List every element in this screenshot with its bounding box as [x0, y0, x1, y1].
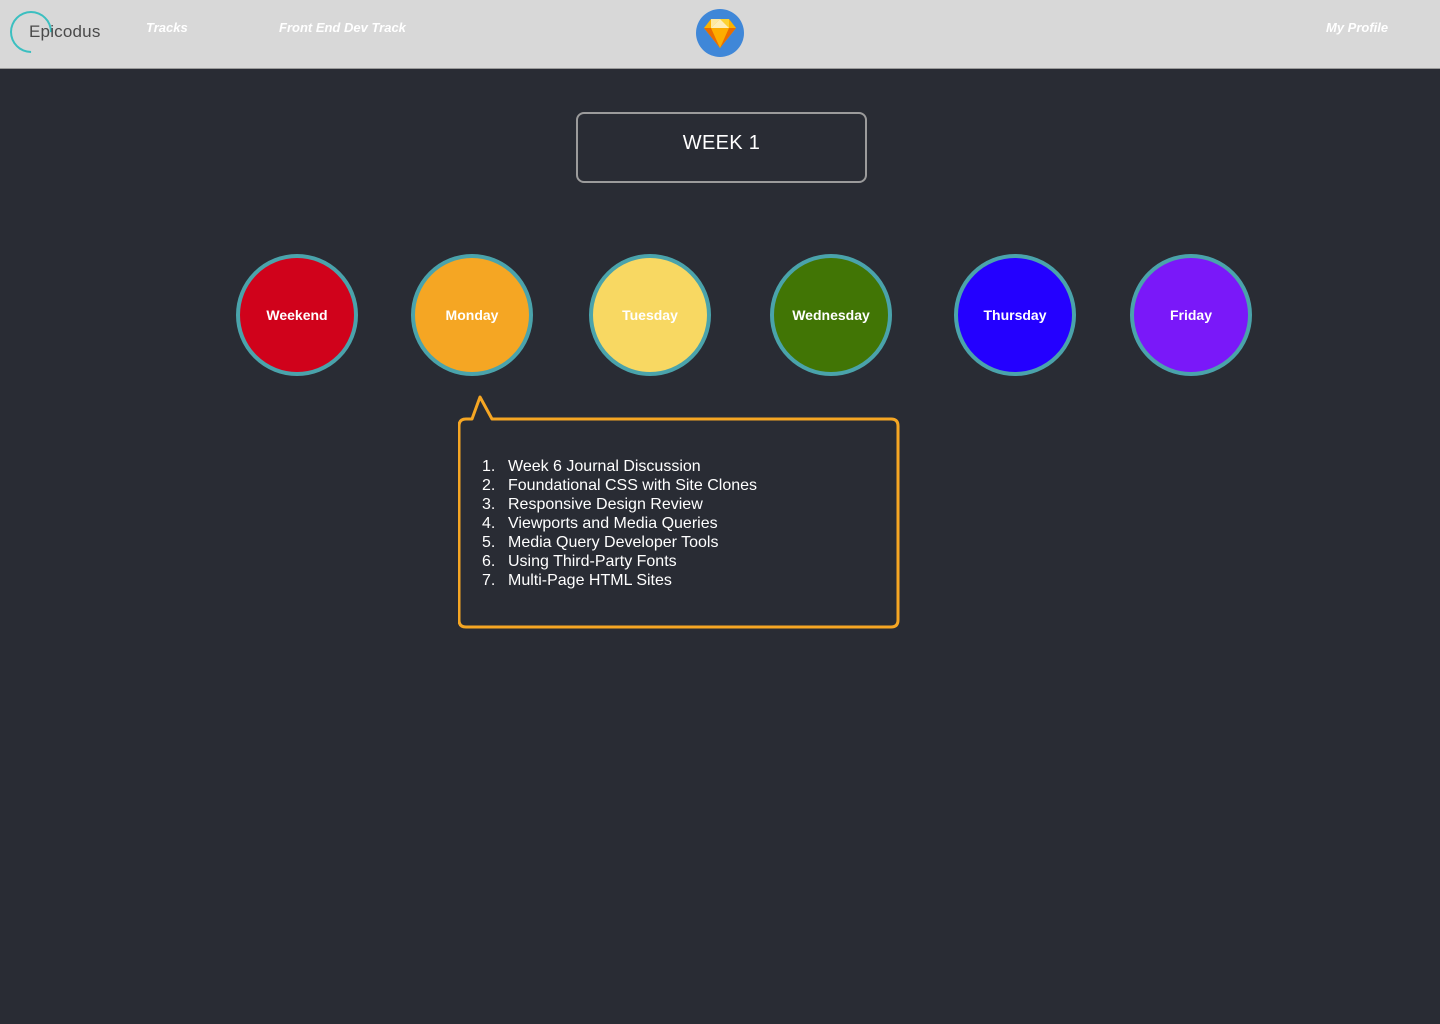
day-label: Friday — [1169, 307, 1212, 323]
lesson-number: 3. — [482, 496, 496, 513]
sketch-diamond-icon[interactable] — [696, 9, 744, 57]
lesson-list: 1. Week 6 Journal Discussion 2. Foundation… — [482, 457, 757, 590]
lesson-title: Media Query Developer Tools — [508, 534, 719, 551]
lesson-item[interactable]: 4. Viewports and Media Queries — [482, 514, 757, 533]
nav-tracks-link[interactable]: Tracks — [146, 20, 188, 35]
lesson-item[interactable]: 6. Using Third-Party Fonts — [482, 552, 757, 571]
top-nav-bar: Epicodus Tracks Front End Dev Track My P… — [0, 0, 1440, 69]
day-label: Monday — [445, 307, 499, 323]
lesson-number: 1. — [482, 458, 496, 475]
lesson-number: 6. — [482, 553, 496, 570]
lesson-item[interactable]: 7. Multi-Page HTML Sites — [482, 571, 757, 590]
day-monday-button[interactable]: Monday — [411, 254, 533, 376]
day-label: Weekend — [266, 307, 328, 323]
lesson-title: Viewports and Media Queries — [508, 515, 718, 532]
lesson-number: 7. — [482, 572, 496, 589]
epicodus-logo[interactable]: Epicodus — [1, 2, 110, 62]
day-label: Tuesday — [622, 307, 678, 323]
lesson-title: Using Third-Party Fonts — [508, 553, 677, 570]
lesson-title: Responsive Design Review — [508, 496, 703, 513]
day-tuesday-button[interactable]: Tuesday — [589, 254, 711, 376]
day-wednesday-button[interactable]: Wednesday — [770, 254, 892, 376]
lesson-title: Foundational CSS with Site Clones — [508, 477, 758, 494]
lesson-number: 5. — [482, 534, 496, 551]
week-title: WEEK 1 — [682, 132, 761, 154]
day-label: Wednesday — [792, 307, 870, 323]
monday-lessons-popover: 1. Week 6 Journal Discussion 2. Foundation… — [458, 395, 900, 630]
lesson-number: 4. — [482, 515, 496, 532]
lesson-item[interactable]: 1. Week 6 Journal Discussion — [482, 457, 757, 476]
day-weekend-button[interactable]: Weekend — [236, 254, 358, 376]
logo-text: Epicodus — [29, 22, 101, 41]
week-title-box: WEEK 1 — [576, 112, 867, 183]
lesson-title: Multi-Page HTML Sites — [508, 572, 672, 589]
lesson-item[interactable]: 3. Responsive Design Review — [482, 495, 757, 514]
my-profile-link[interactable]: My Profile — [1326, 20, 1388, 35]
lesson-item[interactable]: 5. Media Query Developer Tools — [482, 533, 757, 552]
lesson-title: Week 6 Journal Discussion — [508, 458, 701, 475]
nav-track-name-link[interactable]: Front End Dev Track — [279, 20, 406, 35]
lesson-item[interactable]: 2. Foundational CSS with Site Clones — [482, 476, 757, 495]
day-friday-button[interactable]: Friday — [1130, 254, 1252, 376]
day-label: Thursday — [983, 307, 1047, 323]
day-thursday-button[interactable]: Thursday — [954, 254, 1076, 376]
lesson-number: 2. — [482, 477, 496, 494]
